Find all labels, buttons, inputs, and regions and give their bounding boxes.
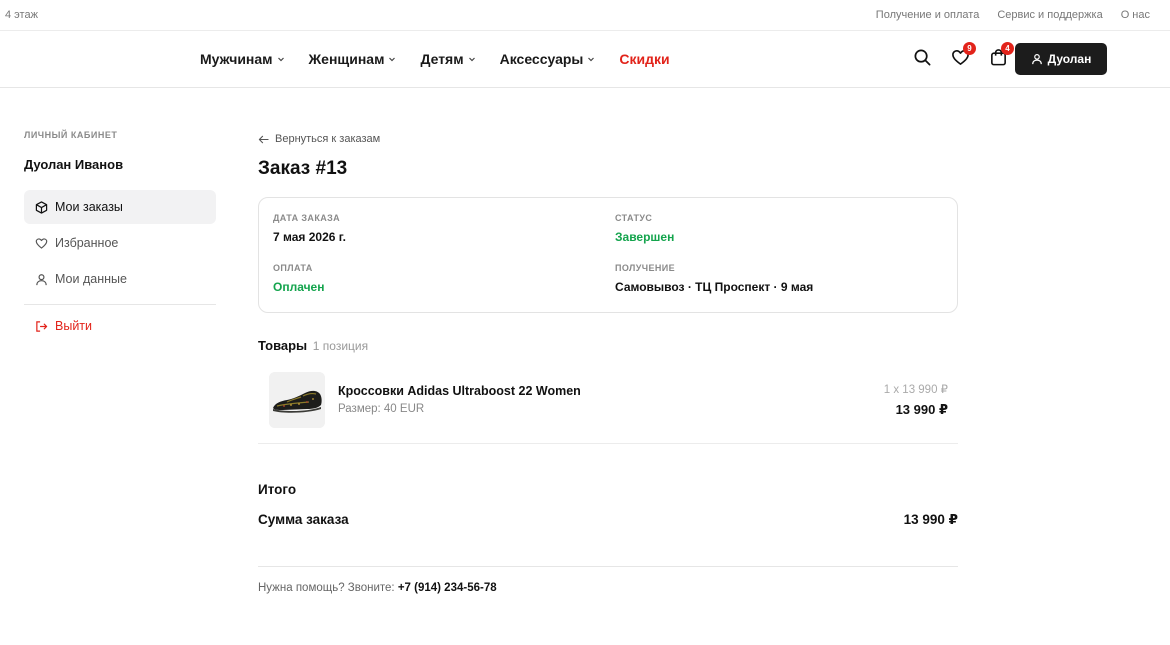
payment-label: ОПЛАТА [273, 263, 313, 273]
order-details: Вернуться к заказам Заказ #13 ДАТА ЗАКАЗ… [258, 130, 958, 594]
order-date-cell: ДАТА ЗАКАЗА 7 мая 2026 г. [273, 213, 346, 244]
goods-count: 1 позиция [312, 339, 369, 353]
nav-item-sale[interactable]: Скидки [619, 51, 669, 67]
nav-icons: 9 4 [910, 42, 1014, 69]
back-link-label: Вернуться к заказам [275, 133, 381, 145]
product-name[interactable]: Кроссовки Adidas Ultraboost 22 Women [338, 384, 581, 398]
back-to-orders-link[interactable]: Вернуться к заказам [258, 130, 958, 148]
payment-status: Оплачен [273, 280, 325, 294]
product-total: 13 990 ₽ [895, 402, 948, 417]
order-status-cell: СТАТУС Завершен [615, 213, 674, 244]
nav-item-accessories[interactable]: Аксессуары [500, 51, 596, 67]
arrow-left-icon [258, 135, 269, 143]
account-sidebar: ЛИЧНЫЙ КАБИНЕТ Дуолан Иванов Мои заказы … [24, 130, 216, 341]
link-about[interactable]: О нас [1121, 9, 1150, 21]
chevron-down-icon [588, 57, 595, 62]
product-image[interactable] [269, 372, 325, 428]
order-status-label: СТАТУС [615, 213, 653, 223]
box-icon [35, 200, 48, 214]
nav-item-label: Детям [420, 51, 464, 67]
help-phone-link[interactable]: +7 (914) 234-56-78 [398, 582, 497, 594]
totals-heading: Итого [258, 482, 297, 497]
sneaker-image [269, 372, 325, 428]
account-button-label: Дуолан [1047, 52, 1092, 66]
category-menu: Мужчинам Женщинам Детям Аксессуары Скидк… [200, 51, 670, 67]
goods-title: Товары [258, 338, 308, 353]
sidebar-item-favorites[interactable]: Избранное [24, 226, 216, 260]
list-item[interactable]: Кроссовки Adidas Ultraboost 22 Women Раз… [258, 372, 958, 444]
chevron-down-icon [277, 57, 284, 62]
brand-text[interactable]: 4 этаж [5, 9, 38, 21]
order-sum-label: Сумма заказа [258, 512, 349, 527]
top-bar: 4 этаж Получение и оплата Сервис и подде… [0, 0, 1170, 31]
nav-item-men[interactable]: Мужчинам [200, 51, 285, 67]
logout-icon [36, 320, 48, 332]
chevron-down-icon [468, 57, 475, 62]
search-icon [914, 49, 930, 65]
order-date-label: ДАТА ЗАКАЗА [273, 213, 341, 223]
sidebar-menu: Мои заказы Избранное Мои данные [24, 190, 216, 296]
order-date-value: 7 мая 2026 г. [273, 230, 346, 244]
sidebar-divider [24, 304, 216, 305]
favorites-count-badge: 9 [963, 42, 976, 55]
logout-label: Выйти [55, 319, 93, 333]
nav-item-label: Женщинам [308, 51, 385, 67]
sidebar-item-label: Избранное [55, 236, 119, 250]
sidebar-user-name: Дуолан Иванов [24, 157, 124, 172]
sidebar-item-orders[interactable]: Мои заказы [24, 190, 216, 224]
nav-item-label: Аксессуары [499, 51, 584, 67]
delivery-label: ПОЛУЧЕНИЕ [615, 263, 676, 273]
top-links: Получение и оплата Сервис и поддержка О … [876, 9, 1150, 21]
product-size: Размер: 40 EUR [338, 403, 425, 415]
page-title: Заказ #13 [258, 158, 348, 179]
order-sum-value: 13 990 ₽ [903, 512, 958, 527]
account-button[interactable]: Дуолан [1015, 43, 1107, 75]
order-sum-row: Сумма заказа 13 990 ₽ [258, 512, 958, 528]
status-badge: Завершен [615, 230, 675, 244]
help-line: Нужна помощь? Звоните: +7 (914) 234-56-7… [258, 566, 958, 594]
product-unit-price: 1 x 13 990 ₽ [883, 384, 948, 396]
chevron-down-icon [389, 57, 396, 62]
cart-count-badge: 4 [1001, 42, 1014, 55]
search-button[interactable] [910, 45, 934, 69]
main-nav: Мужчинам Женщинам Детям Аксессуары Скидк… [0, 31, 1170, 88]
nav-item-label: Мужчинам [200, 51, 273, 67]
help-text: Нужна помощь? Звоните: [258, 582, 395, 594]
goods-heading: Товары 1 позиция [258, 338, 958, 353]
nav-item-kids[interactable]: Детям [420, 51, 475, 67]
sidebar-item-label: Мои данные [55, 272, 127, 286]
delivery-cell: ПОЛУЧЕНИЕ Самовывоз · ТЦ Проспект · 9 ма… [615, 263, 813, 294]
nav-item-women[interactable]: Женщинам [309, 51, 397, 67]
link-service-support[interactable]: Сервис и поддержка [997, 9, 1102, 21]
heart-icon [35, 237, 48, 249]
sidebar-item-profile[interactable]: Мои данные [24, 262, 216, 296]
payment-cell: ОПЛАТА Оплачен [273, 263, 324, 294]
link-delivery-payment[interactable]: Получение и оплата [876, 9, 980, 21]
delivery-value: Самовывоз · ТЦ Проспект · 9 мая [615, 280, 814, 294]
sidebar-section-label: ЛИЧНЫЙ КАБИНЕТ [24, 130, 118, 140]
cart-button[interactable]: 4 [986, 42, 1014, 69]
order-info-card: ДАТА ЗАКАЗА 7 мая 2026 г. СТАТУС Заверше… [258, 197, 958, 313]
user-icon [1031, 54, 1042, 65]
favorites-button[interactable]: 9 [948, 42, 976, 69]
logout-button[interactable]: Выйти [24, 311, 216, 341]
sidebar-item-label: Мои заказы [55, 200, 123, 214]
user-icon [36, 273, 47, 285]
